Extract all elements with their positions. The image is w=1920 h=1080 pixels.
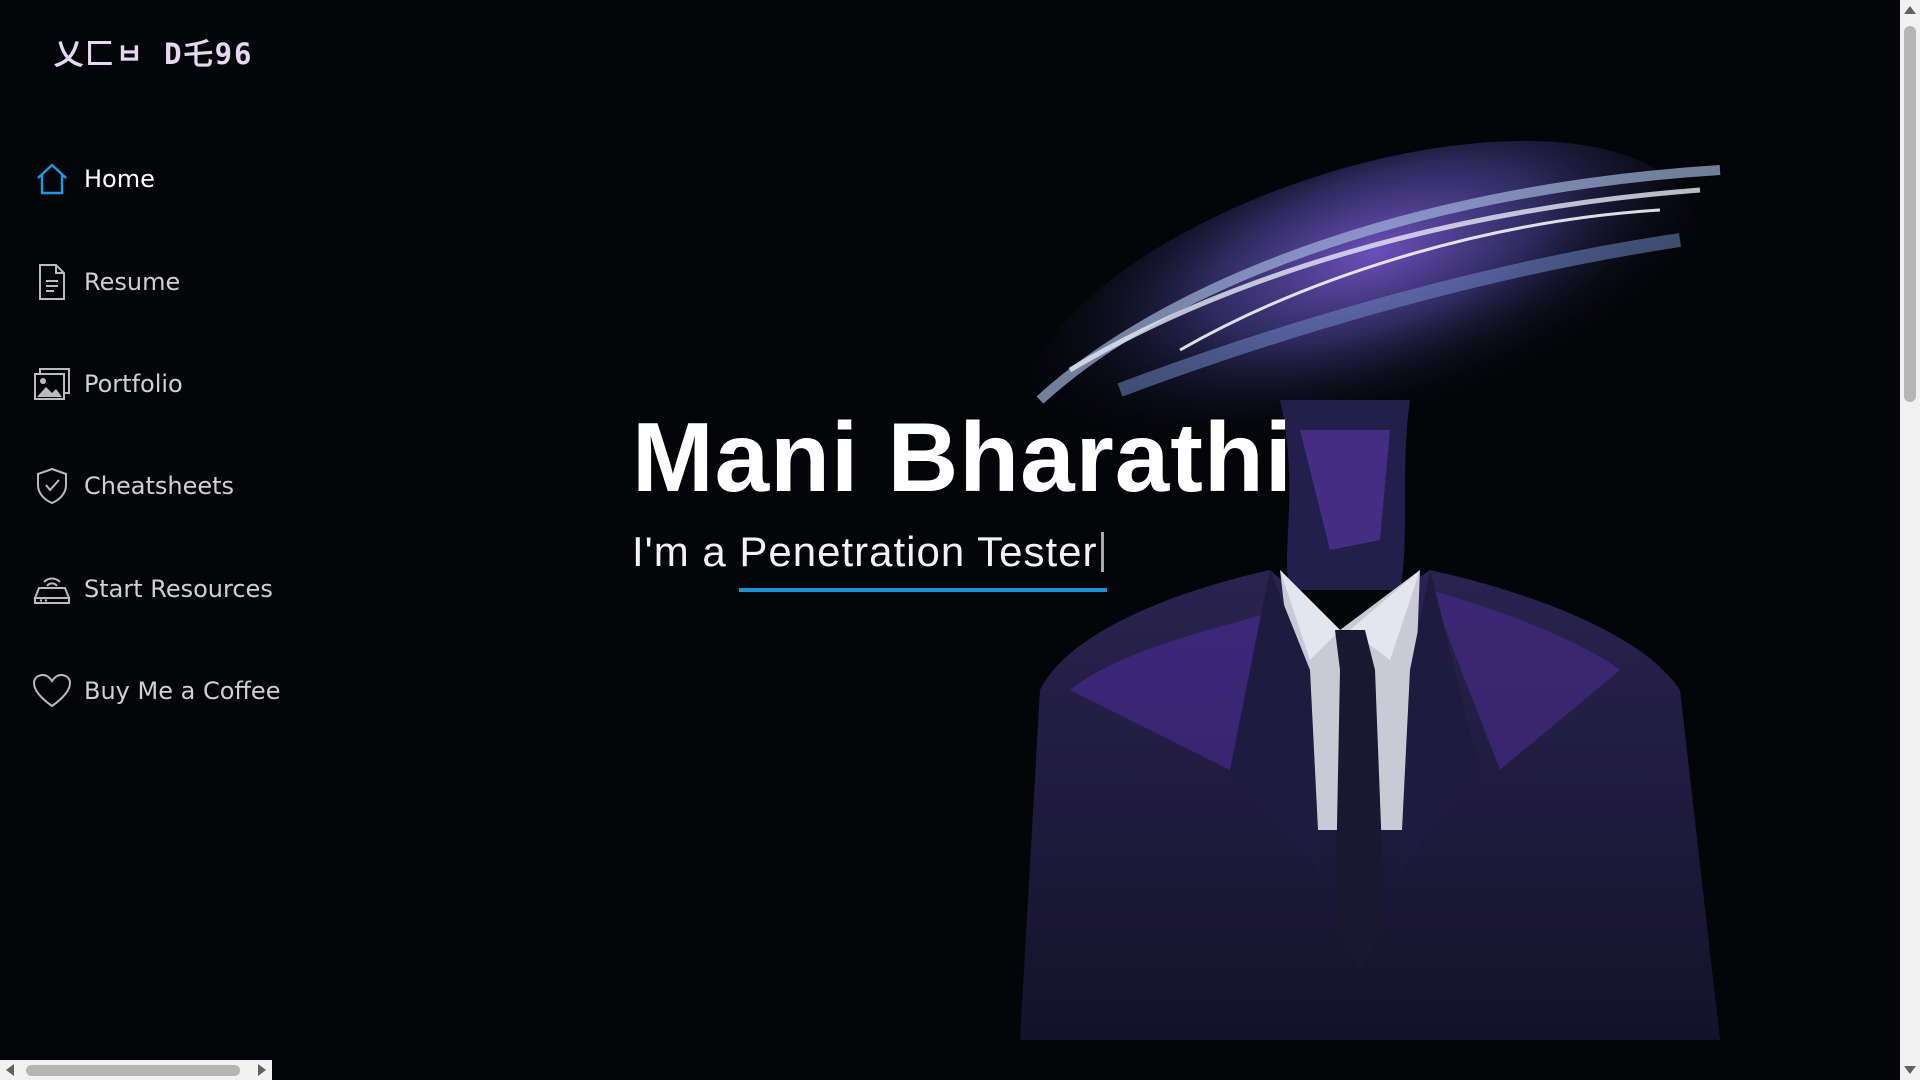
hero-text: Mani Bharathi I'm a Penetration Tester [632,402,1293,592]
nav-item-portfolio[interactable]: Portfolio [32,362,183,406]
hero-subtitle: I'm a Penetration Tester [632,528,1293,592]
nav-label: Resume [84,268,181,296]
scroll-right-arrow-icon[interactable] [258,1064,266,1076]
nav-label: Portfolio [84,370,183,398]
horizontal-scrollbar[interactable] [0,1060,272,1080]
router-icon [32,569,72,609]
nav-label: Home [84,165,155,193]
nav-item-start-resources[interactable]: Start Resources [32,567,273,611]
role-underline [739,588,1108,592]
horizontal-scroll-thumb[interactable] [26,1065,240,1076]
typing-cursor [1101,532,1105,572]
typed-role-text: Penetration Tester [739,528,1098,575]
vertical-scroll-thumb[interactable] [1904,26,1916,402]
nav-label: Buy Me a Coffee [84,677,281,705]
scroll-up-arrow-icon[interactable] [1904,6,1916,14]
hero-prefix: I'm a [632,528,727,575]
nav-label: Cheatsheets [84,472,235,500]
scroll-left-arrow-icon[interactable] [6,1064,14,1076]
hero-name: Mani Bharathi [632,402,1293,512]
image-gallery-icon [32,364,72,404]
nav-item-home[interactable]: Home [32,157,155,201]
nav-item-cheatsheets[interactable]: Cheatsheets [32,464,234,508]
nav-item-resume[interactable]: Resume [32,260,180,304]
document-icon [32,262,72,302]
home-icon [32,159,72,199]
vertical-scrollbar[interactable] [1900,0,1920,1080]
site-logo[interactable]: 乂匚ㅂ D乇96 [54,31,254,73]
heart-icon [32,671,72,711]
typed-role: Penetration Tester [739,528,1108,592]
shield-check-icon [32,466,72,506]
scroll-down-arrow-icon[interactable] [1904,1066,1916,1074]
sidebar: 乂匚ㅂ D乇96 Home Resume Portfolio Cheatshee… [0,0,300,1060]
nav-item-buy-me-a-coffee[interactable]: Buy Me a Coffee [32,669,280,713]
nav-label: Start Resources [84,575,273,603]
